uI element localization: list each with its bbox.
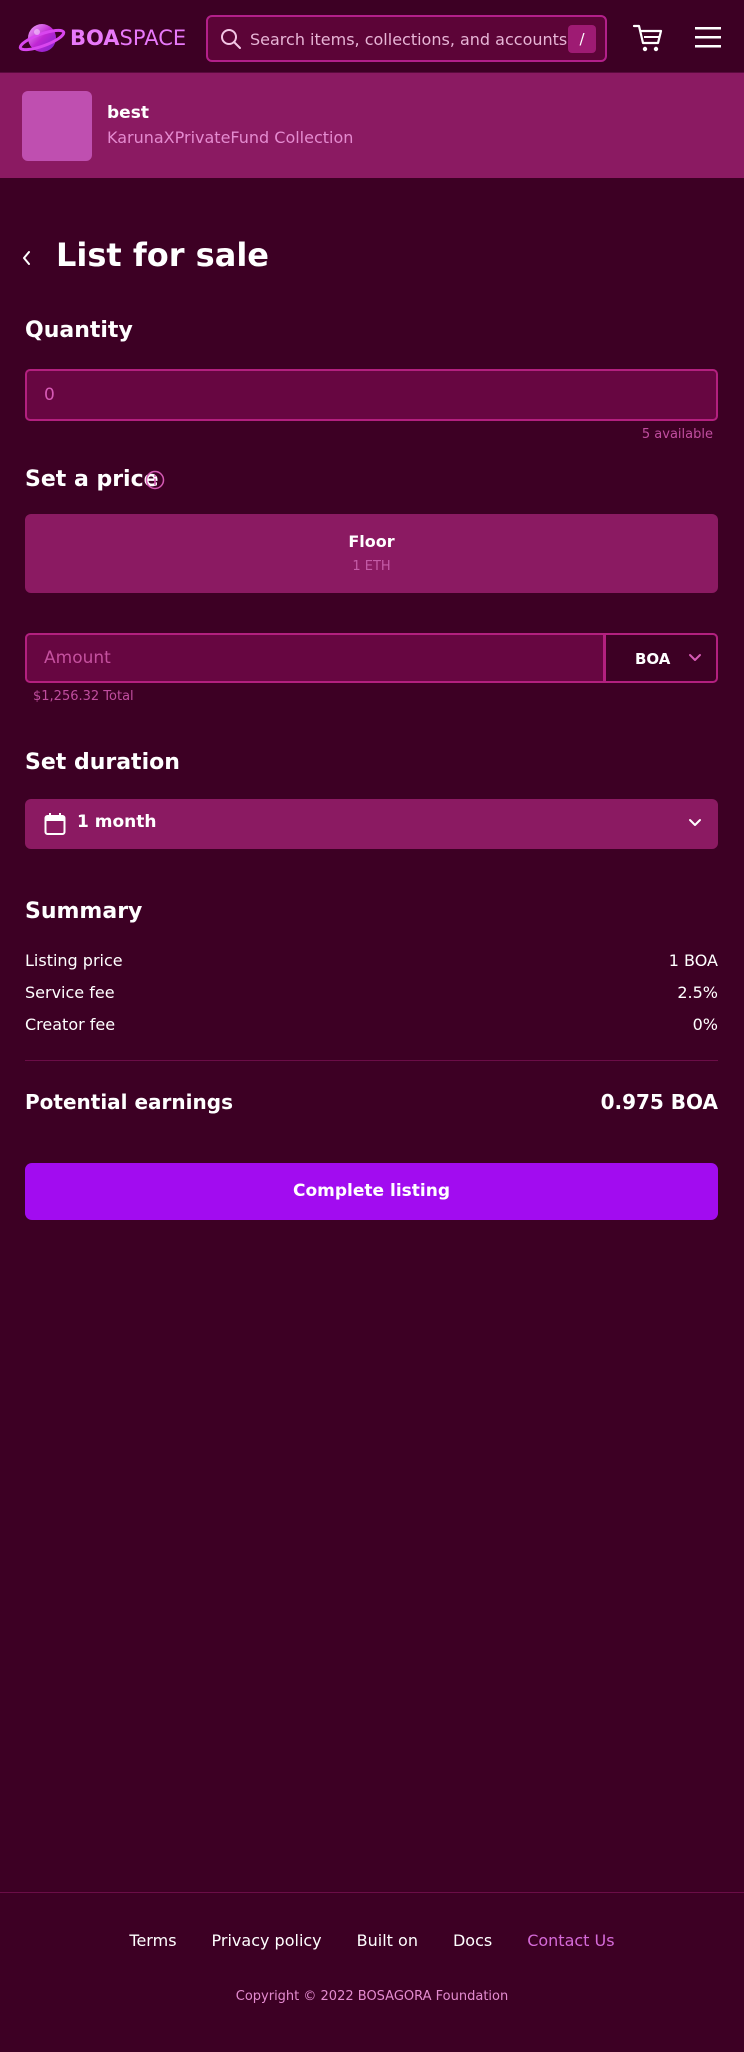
search-shortcut-key: / <box>568 25 596 53</box>
item-thumbnail[interactable] <box>22 91 92 161</box>
item-summary-bar: best KarunaXPrivateFund Collection <box>0 73 744 178</box>
earnings-value: 0.975 BOA <box>600 1090 718 1114</box>
footer-link-built-on[interactable]: Built on <box>357 1931 418 1950</box>
calendar-icon <box>44 813 66 835</box>
info-icon[interactable] <box>145 470 165 490</box>
quantity-heading: Quantity <box>25 318 133 343</box>
floor-label: Floor <box>348 532 395 551</box>
earnings-label: Potential earnings <box>25 1090 233 1114</box>
footer-links: Terms Privacy policy Built on Docs Conta… <box>0 1931 744 1950</box>
page-title: List for sale <box>56 236 269 274</box>
search-input[interactable]: Search items, collections, and accounts … <box>206 15 607 62</box>
currency-select[interactable]: BOA <box>604 633 718 683</box>
footer-link-docs[interactable]: Docs <box>453 1931 492 1950</box>
summary-value: 2.5% <box>677 983 718 1002</box>
summary-label: Listing price <box>25 951 123 970</box>
planet-logo-icon <box>18 24 66 52</box>
search-placeholder: Search items, collections, and accounts <box>250 30 568 49</box>
complete-listing-button[interactable]: Complete listing <box>25 1163 718 1220</box>
quantity-input[interactable]: 0 <box>25 369 718 421</box>
search-icon <box>221 29 241 49</box>
hamburger-menu-icon[interactable] <box>694 25 722 49</box>
summary-heading: Summary <box>25 899 143 924</box>
floor-price-button[interactable]: Floor 1 ETH <box>25 514 718 593</box>
footer-link-terms[interactable]: Terms <box>129 1931 176 1950</box>
footer-divider <box>0 1892 744 1893</box>
price-heading: Set a price <box>25 467 159 492</box>
item-name[interactable]: best <box>107 103 149 123</box>
duration-value: 1 month <box>77 812 157 832</box>
summary-label: Service fee <box>25 983 115 1002</box>
copyright-text: Copyright © 2022 BOSAGORA Foundation <box>235 1989 509 2004</box>
chevron-down-icon <box>689 819 701 826</box>
duration-select[interactable]: 1 month <box>25 799 718 849</box>
logo-text-bold: BOA <box>70 26 120 50</box>
summary-divider <box>25 1060 718 1061</box>
amount-placeholder: Amount <box>44 648 111 668</box>
footer-link-privacy[interactable]: Privacy policy <box>212 1931 322 1950</box>
duration-heading: Set duration <box>25 750 180 775</box>
boaspace-logo[interactable]: BOA SPACE <box>18 20 186 56</box>
summary-value: 1 BOA <box>668 951 718 970</box>
floor-value: 1 ETH <box>352 559 391 574</box>
logo-text-light: SPACE <box>119 26 187 50</box>
summary-label: Creator fee <box>25 1015 116 1034</box>
quantity-value: 0 <box>44 385 55 405</box>
item-collection-link[interactable]: KarunaXPrivateFund Collection <box>107 128 353 147</box>
chevron-down-icon <box>689 654 701 661</box>
cart-icon[interactable] <box>632 22 664 54</box>
back-chevron-icon[interactable] <box>20 246 34 270</box>
available-count: 5 available <box>641 427 713 442</box>
price-total: $1,256.32 Total <box>33 689 134 704</box>
currency-value: BOA <box>635 650 671 668</box>
top-header: BOA SPACE Search items, collections, and… <box>0 0 744 73</box>
footer-link-contact[interactable]: Contact Us <box>527 1931 614 1950</box>
amount-input[interactable]: Amount <box>25 633 605 683</box>
summary-value: 0% <box>692 1015 718 1034</box>
